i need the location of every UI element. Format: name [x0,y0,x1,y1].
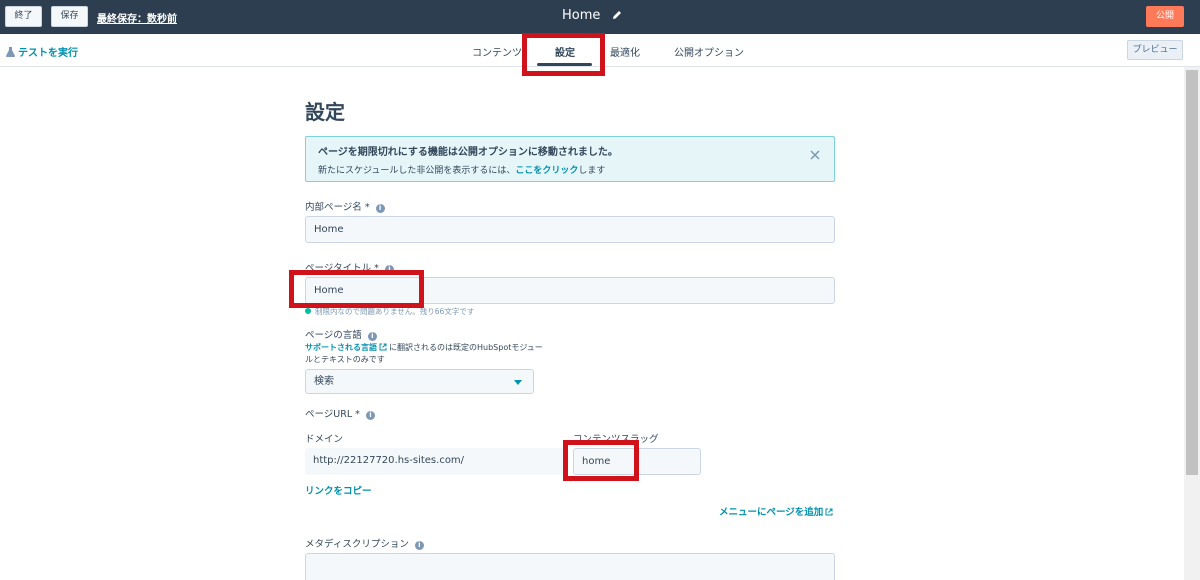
internal-name-input[interactable]: Home [305,216,835,243]
info-icon[interactable]: i [375,204,385,213]
language-select-value: 検索 [314,376,334,387]
info-alert: ページを期限切れにする機能は公開オプションに移動されました。 新たにスケジュール… [305,136,835,182]
external-link-icon [825,508,833,516]
page-url-label: ページURL * i [305,406,375,420]
language-description: サポートされる言語 に翻訳されるのは既定のHubSpotモジュールとテキストのみで… [305,342,545,366]
success-dot-icon [305,308,311,314]
add-to-menu-label: メニューにページを追加 [719,507,824,518]
language-label-text: ページの言語 [305,330,362,341]
internal-name-label-text: 内部ページ名 * [305,202,370,213]
test-run-label: テストを実行 [18,48,78,59]
tab-publish-options[interactable]: 公開オプション [674,44,744,59]
language-select[interactable]: 検索 [305,369,534,394]
add-to-menu-link[interactable]: メニューにページを追加 [719,504,835,518]
page-url-label-text: ページURL * [305,409,360,420]
scrollbar-thumb[interactable] [1186,70,1198,475]
domain-select[interactable]: http://22127720.hs-sites.com/ [305,448,567,475]
internal-name-label: 内部ページ名 * i [305,199,385,213]
tab-optimize[interactable]: 最適化 [610,44,640,59]
alert-body: 新たにスケジュールした非公開を表示するには、ここをクリックします [318,163,605,176]
supported-languages-link[interactable]: サポートされる言語 [305,343,377,352]
slug-highlight [563,440,639,481]
page-title-hint-text: 制限内なので問題ありません。残り66文字です [315,307,475,316]
chevron-down-icon [514,380,522,385]
save-button[interactable]: 保存 [51,6,88,27]
info-icon[interactable]: i [414,541,424,550]
page-title-highlight [289,270,424,308]
test-run-link[interactable]: テストを実行 [6,44,78,59]
settings-tab-highlight [522,33,605,76]
alert-body-suffix: します [578,166,606,176]
close-icon[interactable] [809,149,821,161]
top-bar: 終了 保存 最終保存：数秒前 Home 公開 [0,0,1200,34]
copy-link-button[interactable]: リンクをコピー [305,483,372,497]
external-link-icon [379,343,387,351]
alert-click-here-link[interactable]: ここをクリック [515,166,578,176]
meta-description-label: メタディスクリプション i [305,536,424,550]
last-saved-status[interactable]: 最終保存：数秒前 [97,10,177,25]
exit-button[interactable]: 終了 [5,6,42,27]
meta-description-label-text: メタディスクリプション [305,539,409,550]
publish-button[interactable]: 公開 [1146,6,1184,27]
preview-button[interactable]: プレビュー [1127,40,1183,60]
page-title: 設定 [305,100,345,124]
flask-icon [6,47,15,57]
tab-content[interactable]: コンテンツ [472,44,522,59]
domain-label: ドメイン [305,434,344,445]
language-label: ページの言語 i [305,327,377,341]
info-icon[interactable]: i [367,332,377,341]
alert-title: ページを期限切れにする機能は公開オプションに移動されました。 [318,147,618,158]
alert-body-prefix: 新たにスケジュールした非公開を表示するには、 [318,166,516,176]
pencil-icon[interactable] [611,9,623,21]
info-icon[interactable]: i [365,411,375,420]
meta-description-textarea[interactable] [305,553,835,580]
page-name: Home [562,8,601,23]
